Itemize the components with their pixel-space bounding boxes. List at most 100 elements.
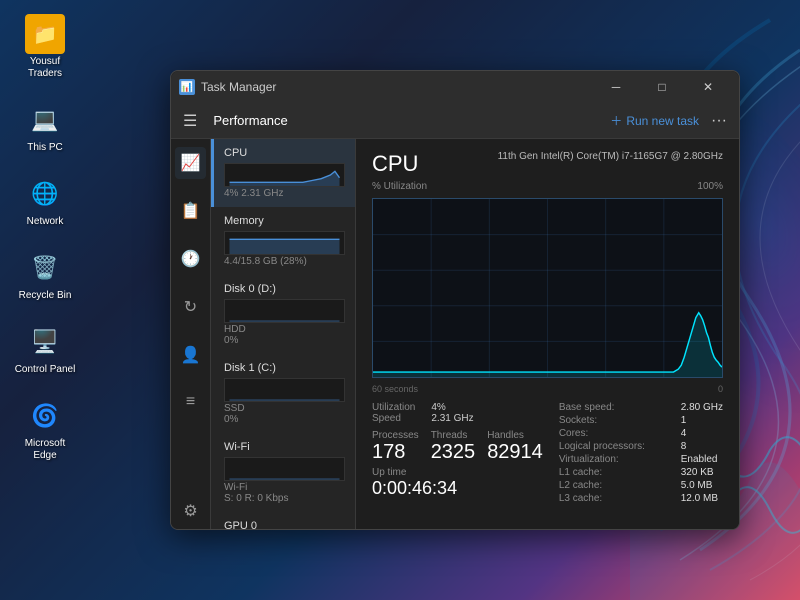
cpu-title: CPU bbox=[372, 151, 418, 177]
sidebar-icon-startup[interactable]: ↻ bbox=[178, 291, 203, 323]
desktop-icon-recycle-bin[interactable]: 🗑️ Recycle Bin bbox=[10, 244, 80, 306]
content-area: 📈 📋 🕐 ↻ 👤 ≡ ⚙ CPU 4 bbox=[171, 139, 739, 529]
utilization-values: 4% 2.31 GHz bbox=[431, 402, 473, 424]
device-sidebar: CPU 4% 2.31 GHz Memory bbox=[211, 139, 356, 529]
sockets-value: 1 bbox=[681, 415, 723, 426]
handles-value: 82914 bbox=[487, 441, 543, 463]
device-item-disk1[interactable]: Disk 1 (C:) SSD0% bbox=[211, 354, 355, 433]
more-options-button[interactable]: ··· bbox=[711, 112, 727, 130]
device-item-cpu[interactable]: CPU 4% 2.31 GHz bbox=[211, 139, 355, 207]
titlebar-title: Task Manager bbox=[201, 80, 593, 94]
uptime-label: Up time bbox=[372, 467, 543, 478]
device-item-disk0[interactable]: Disk 0 (D:) HDD0% bbox=[211, 275, 355, 354]
utilization-stat: Utilization Speed bbox=[372, 402, 415, 424]
device-mini-graph-memory bbox=[224, 231, 345, 255]
threads-stat: Threads 2325 bbox=[431, 430, 476, 463]
menubar-title: Performance bbox=[213, 113, 610, 128]
processes-label: Processes bbox=[372, 430, 419, 441]
desktop-icon-label: Network bbox=[27, 216, 64, 228]
right-stats-panel: Base speed: 2.80 GHz Sockets: 1 Cores: 4… bbox=[559, 402, 723, 504]
titlebar: 📊 Task Manager ─ □ ✕ bbox=[171, 71, 739, 103]
desktop-icon-network[interactable]: 🌐 Network bbox=[10, 170, 80, 232]
desktop-icon-control-panel[interactable]: 🖥️ Control Panel bbox=[10, 318, 80, 380]
desktop-icon-label: YousufTraders bbox=[28, 56, 62, 80]
l2-value: 5.0 MB bbox=[681, 480, 723, 491]
device-sub: SSD0% bbox=[224, 403, 345, 425]
taskmanager-app-icon: 📊 bbox=[179, 79, 195, 95]
threads-value: 2325 bbox=[431, 441, 476, 463]
base-speed-label: Base speed: bbox=[559, 402, 673, 413]
desktop-icon-this-pc[interactable]: 💻 This PC bbox=[10, 96, 80, 158]
processes-stat: Processes 178 bbox=[372, 430, 419, 463]
device-mini-graph-cpu bbox=[224, 163, 345, 187]
device-item-wifi[interactable]: Wi-Fi Wi-FiS: 0 R: 0 Kbps bbox=[211, 433, 355, 512]
graph-time-labels: 60 seconds 0 bbox=[372, 384, 723, 394]
speed-stat-label: Speed bbox=[372, 413, 415, 424]
device-item-gpu0[interactable]: GPU 0 Intel(R) Iris(R) Xe Gra...0% bbox=[211, 512, 355, 529]
handles-label: Handles bbox=[487, 430, 543, 441]
desktop: 📁 YousufTraders 💻 This PC 🌐 Network 🗑️ R… bbox=[0, 0, 800, 600]
maximize-button[interactable]: □ bbox=[639, 71, 685, 103]
l1-label: L1 cache: bbox=[559, 467, 673, 478]
run-icon: ＋ bbox=[610, 112, 622, 129]
desktop-icons: 📁 YousufTraders 💻 This PC 🌐 Network 🗑️ R… bbox=[10, 10, 80, 466]
cores-value: 4 bbox=[681, 428, 723, 439]
menubar: ☰ Performance ＋ Run new task ··· bbox=[171, 103, 739, 139]
utilization-label: % Utilization bbox=[372, 181, 427, 192]
device-mini-graph-wifi bbox=[224, 457, 345, 481]
time-label-0: 0 bbox=[718, 384, 723, 394]
device-name: Disk 1 (C:) bbox=[224, 362, 345, 374]
sidebar-icon-performance[interactable]: 📈 bbox=[175, 147, 207, 179]
desktop-icon-yousuf-traders[interactable]: 📁 YousufTraders bbox=[10, 10, 80, 84]
desktop-icon-label: MicrosoftEdge bbox=[25, 438, 66, 462]
cores-label: Cores: bbox=[559, 428, 673, 439]
time-label-60s: 60 seconds bbox=[372, 384, 418, 394]
minimize-button[interactable]: ─ bbox=[593, 71, 639, 103]
close-button[interactable]: ✕ bbox=[685, 71, 731, 103]
window-controls: ─ □ ✕ bbox=[593, 71, 731, 103]
device-item-memory[interactable]: Memory 4.4/15.8 GB (28%) bbox=[211, 207, 355, 275]
l3-label: L3 cache: bbox=[559, 493, 673, 504]
run-new-task-button[interactable]: ＋ Run new task bbox=[610, 112, 699, 129]
device-sub: Wi-FiS: 0 R: 0 Kbps bbox=[224, 482, 345, 504]
icon-sidebar: 📈 📋 🕐 ↻ 👤 ≡ ⚙ bbox=[171, 139, 211, 529]
cpu-model: 11th Gen Intel(R) Core(TM) i7-1165G7 @ 2… bbox=[498, 151, 723, 162]
task-manager-window: 📊 Task Manager ─ □ ✕ ☰ Performance ＋ Run… bbox=[170, 70, 740, 530]
device-name: Disk 0 (D:) bbox=[224, 283, 345, 295]
logical-label: Logical processors: bbox=[559, 441, 673, 452]
device-sub: HDD0% bbox=[224, 324, 345, 346]
menubar-actions: ＋ Run new task ··· bbox=[610, 112, 727, 130]
uptime-stat: Up time 0:00:46:34 bbox=[372, 467, 543, 499]
sockets-label: Sockets: bbox=[559, 415, 673, 426]
l2-label: L2 cache: bbox=[559, 480, 673, 491]
processes-value: 178 bbox=[372, 441, 419, 463]
l3-value: 12.0 MB bbox=[681, 493, 723, 504]
sidebar-icon-history[interactable]: 🕐 bbox=[175, 243, 207, 275]
device-name: GPU 0 bbox=[224, 520, 345, 529]
desktop-icon-label: This PC bbox=[27, 142, 63, 154]
graph-max-label: 100% bbox=[697, 181, 723, 196]
virt-label: Virtualization: bbox=[559, 454, 673, 465]
desktop-icon-microsoft-edge[interactable]: 🌀 MicrosoftEdge bbox=[10, 392, 80, 466]
device-sub: 4.4/15.8 GB (28%) bbox=[224, 256, 345, 267]
base-speed-value: 2.80 GHz bbox=[681, 402, 723, 413]
device-name: CPU bbox=[224, 147, 345, 159]
l1-value: 320 KB bbox=[681, 467, 723, 478]
desktop-icon-label: Control Panel bbox=[15, 364, 76, 376]
speed-stat-value: 2.31 GHz bbox=[431, 413, 473, 424]
device-mini-graph-disk0 bbox=[224, 299, 345, 323]
utilization-stat-value: 4% bbox=[431, 402, 473, 413]
sidebar-icon-users[interactable]: 👤 bbox=[175, 339, 207, 371]
sidebar-icon-processes[interactable]: 📋 bbox=[175, 195, 207, 227]
sidebar-icon-details[interactable]: ≡ bbox=[180, 387, 201, 417]
logical-value: 8 bbox=[681, 441, 723, 452]
uptime-value: 0:00:46:34 bbox=[372, 478, 543, 499]
device-sub: 4% 2.31 GHz bbox=[224, 188, 345, 199]
desktop-icon-label: Recycle Bin bbox=[19, 290, 72, 302]
cpu-header: CPU 11th Gen Intel(R) Core(TM) i7-1165G7… bbox=[372, 151, 723, 177]
hamburger-menu[interactable]: ☰ bbox=[183, 111, 197, 131]
sidebar-icon-settings[interactable]: ⚙ bbox=[177, 495, 203, 529]
utilization-stat-label: Utilization bbox=[372, 402, 415, 413]
left-stats: Utilization Speed 4% 2.31 GHz Processes bbox=[372, 402, 543, 504]
main-panel: CPU 11th Gen Intel(R) Core(TM) i7-1165G7… bbox=[356, 139, 739, 529]
